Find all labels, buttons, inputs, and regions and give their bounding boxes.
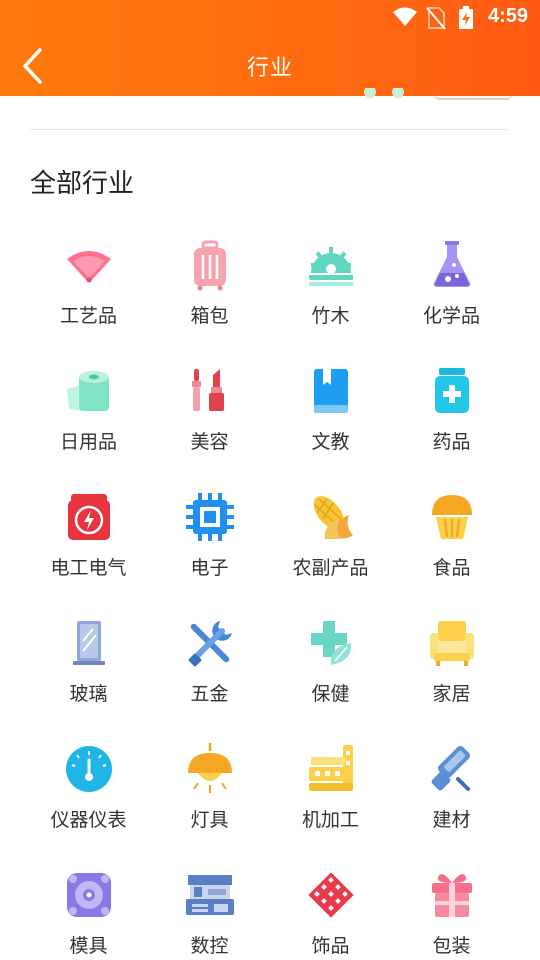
app-header: 4:59 行业	[0, 0, 540, 96]
battery-charging-icon	[458, 6, 474, 30]
diamond-ornament-icon	[307, 872, 354, 918]
status-bar: 4:59	[0, 0, 540, 36]
category-molds[interactable]: 模具	[28, 855, 149, 960]
cnc-icon	[185, 875, 234, 915]
category-food[interactable]: 食品	[391, 477, 512, 603]
category-electrical[interactable]: 电工电气	[28, 477, 149, 603]
category-bamboo-wood[interactable]: 竹木	[270, 225, 391, 351]
category-luggage[interactable]: 箱包	[149, 225, 270, 351]
glass-pane-icon	[72, 621, 105, 665]
category-lighting[interactable]: 灯具	[149, 729, 270, 855]
category-daily-goods[interactable]: 日用品	[28, 351, 149, 477]
book-icon	[313, 369, 348, 413]
category-crafts[interactable]: 工艺品	[28, 225, 149, 351]
category-packaging[interactable]: 包装	[391, 855, 512, 960]
section-title: 全部行业	[30, 169, 135, 199]
sofa-icon	[429, 621, 474, 666]
category-medicine[interactable]: 药品	[391, 351, 512, 477]
category-machining[interactable]: 机加工	[270, 729, 391, 855]
category-stationery[interactable]: 文教	[270, 351, 391, 477]
paint-roller-icon	[431, 745, 470, 791]
category-chemicals[interactable]: 化学品	[391, 225, 512, 351]
sawblade-icon	[308, 247, 353, 286]
flask-icon	[433, 241, 470, 287]
tissue-roll-icon	[66, 371, 109, 411]
tools-icon	[188, 621, 232, 667]
carousel-dots	[364, 88, 404, 98]
category-health[interactable]: 保健	[270, 603, 391, 729]
hidden-button-edge	[434, 88, 512, 100]
gauge-icon	[65, 746, 112, 792]
category-grid: 工艺品 箱包 竹木 化学品 日用品 美容 文教 药品 电工电气 电子 农副产品 …	[28, 225, 512, 960]
category-glass[interactable]: 玻璃	[28, 603, 149, 729]
page-title: 行业	[246, 56, 293, 81]
category-accessories[interactable]: 饰品	[270, 855, 391, 960]
health-cross-icon	[310, 621, 351, 665]
mold-icon	[66, 873, 111, 917]
muffin-icon	[431, 495, 472, 539]
category-hardware[interactable]: 五金	[149, 603, 270, 729]
gift-box-icon	[431, 874, 472, 917]
chip-icon	[185, 493, 234, 541]
luggage-icon	[193, 240, 226, 291]
category-cnc[interactable]: 数控	[149, 855, 270, 960]
fan-icon	[66, 251, 111, 283]
category-beauty[interactable]: 美容	[149, 351, 270, 477]
category-agricultural[interactable]: 农副产品	[270, 477, 391, 603]
category-instruments[interactable]: 仪器仪表	[28, 729, 149, 855]
machine-icon	[308, 745, 353, 791]
medicine-bottle-icon	[434, 368, 469, 413]
category-building-materials[interactable]: 建材	[391, 729, 512, 855]
clock: 4:59	[487, 5, 528, 27]
lipstick-icon	[191, 369, 224, 411]
category-home-furnishing[interactable]: 家居	[391, 603, 512, 729]
no-sim-icon	[426, 6, 446, 30]
power-icon	[67, 494, 110, 540]
lamp-icon	[187, 743, 232, 793]
corn-icon	[313, 496, 353, 539]
divider	[30, 129, 510, 130]
wifi-icon	[392, 6, 418, 28]
category-electronics[interactable]: 电子	[149, 477, 270, 603]
